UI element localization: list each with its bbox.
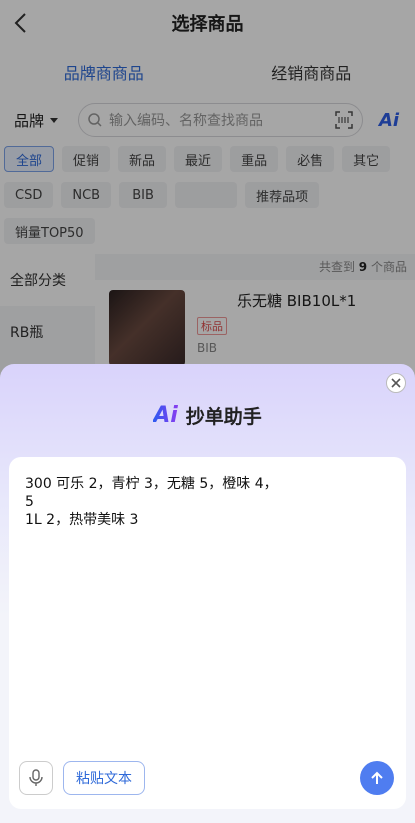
close-icon[interactable]	[386, 373, 406, 393]
microphone-icon	[29, 769, 43, 786]
arrow-up-icon	[371, 771, 383, 784]
ai-logo-icon: Ai	[153, 403, 178, 428]
sheet-title: 抄单助手	[185, 406, 262, 428]
order-text-input[interactable]: 300 可乐 2，青柠 3，无糖 5，橙味 4， 5 1L 2，热带美味 3	[25, 475, 382, 529]
microphone-button[interactable]	[19, 761, 53, 795]
sheet-header: Ai 抄单助手	[0, 402, 415, 429]
order-text-card: 300 可乐 2，青柠 3，无糖 5，橙味 4， 5 1L 2，热带美味 3 粘…	[9, 457, 406, 809]
send-button[interactable]	[360, 761, 394, 795]
copy-order-assistant-sheet: Ai 抄单助手 300 可乐 2，青柠 3，无糖 5，橙味 4， 5 1L 2，…	[0, 364, 415, 823]
paste-text-button[interactable]: 粘贴文本	[63, 761, 145, 795]
